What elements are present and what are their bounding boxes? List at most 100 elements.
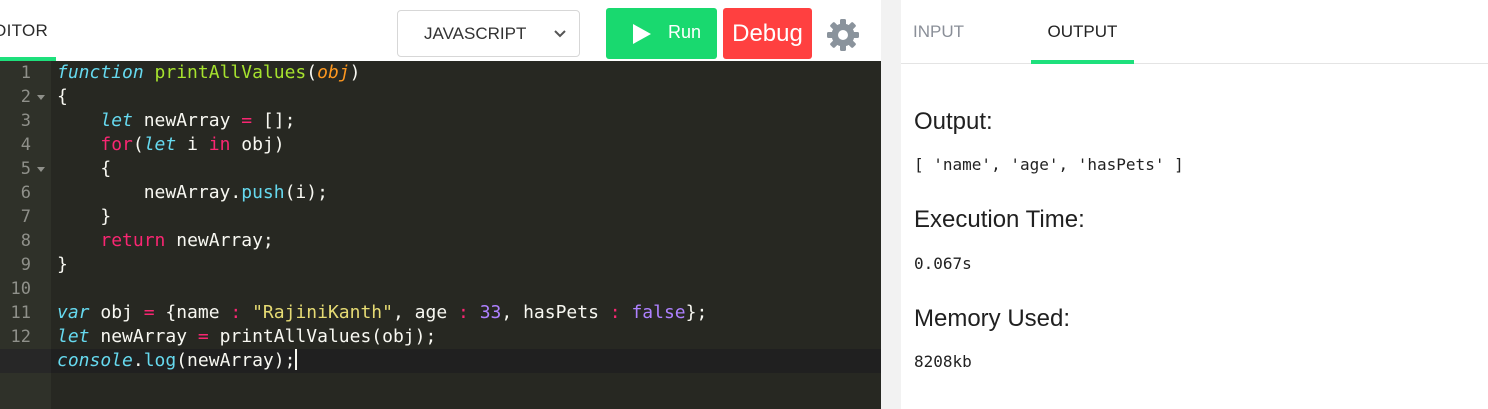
code-text: return newArray; <box>57 229 274 253</box>
code-text: } <box>57 253 68 277</box>
code-line[interactable]: let newArray = []; <box>51 109 881 133</box>
fold-arrow-icon[interactable] <box>37 85 45 109</box>
editor-pane: DITOR JAVASCRIPT Run Debug 1 2 3 4 5 6 7… <box>0 0 881 409</box>
code-text: console.log(newArray); <box>57 349 298 373</box>
code-text: { <box>57 85 68 109</box>
debug-button-label: Debug <box>732 19 803 47</box>
language-select-value: JAVASCRIPT <box>424 23 527 43</box>
code-line[interactable]: var obj = {name : "RajiniKanth", age : 3… <box>51 301 881 325</box>
code-line[interactable]: { <box>51 157 881 181</box>
code-token: printAllValues(obj); <box>208 326 437 347</box>
tab-input-label: INPUT <box>913 22 964 41</box>
code-token: newArray <box>89 326 198 347</box>
code-area[interactable]: function printAllValues(obj){ let newArr… <box>51 61 881 409</box>
code-token: {name <box>154 302 231 323</box>
code-token: false <box>631 302 686 323</box>
output-value: [ 'name', 'age', 'hasPets' ] <box>914 155 1184 174</box>
code-token: } <box>57 254 68 275</box>
tab-editor[interactable]: DITOR <box>0 0 56 61</box>
code-token: var <box>57 302 90 323</box>
play-icon <box>633 24 651 44</box>
code-token: in <box>208 134 231 155</box>
output-title: Output: <box>914 108 993 135</box>
execution-time-value: 0.067s <box>914 254 972 273</box>
code-token: []; <box>252 110 296 131</box>
line-number: 8 <box>20 231 31 251</box>
code-text: function printAllValues(obj) <box>57 61 360 85</box>
active-line-gutter <box>0 349 51 373</box>
line-number: 3 <box>20 111 31 131</box>
code-token: : <box>458 302 469 323</box>
line-number: 1 <box>20 63 31 83</box>
execution-time-title: Execution Time: <box>914 206 1085 233</box>
code-token: ( <box>306 62 318 83</box>
line-number: 9 <box>20 255 31 275</box>
line-number: 6 <box>20 183 31 203</box>
line-number: 12 <box>10 327 31 347</box>
code-token: push <box>241 182 285 203</box>
code-token: : <box>230 302 242 323</box>
code-text: for(let i in obj) <box>57 133 284 157</box>
code-token: { <box>57 86 68 107</box>
code-token: obj <box>89 302 144 323</box>
io-tabs: INPUT OUTPUT <box>901 0 1488 64</box>
code-line[interactable]: { <box>51 85 881 109</box>
code-token: (newArray); <box>176 350 296 371</box>
code-token: newArray; <box>165 230 274 251</box>
code-token: console <box>57 350 133 371</box>
code-token: newArray <box>132 110 242 131</box>
line-number: 4 <box>20 135 31 155</box>
memory-used-value: 8208kb <box>914 352 972 371</box>
code-token: log <box>143 350 177 371</box>
code-line[interactable]: } <box>51 205 881 229</box>
code-token: ( <box>132 134 144 155</box>
language-select[interactable]: JAVASCRIPT <box>397 10 580 57</box>
tab-output-underline <box>1031 60 1134 64</box>
code-line[interactable] <box>51 277 881 301</box>
code-text: newArray.push(i); <box>57 181 328 205</box>
code-token: { <box>57 158 112 179</box>
code-token: : <box>609 302 621 323</box>
code-token: }; <box>685 302 708 323</box>
gear-icon[interactable] <box>826 18 860 52</box>
run-button-label: Run <box>668 22 702 42</box>
line-number: 2 <box>20 87 31 107</box>
code-token: i <box>176 134 209 155</box>
code-token: = <box>143 302 155 323</box>
code-token: } <box>57 206 112 227</box>
line-number: 7 <box>20 207 31 227</box>
editor-toolbar: DITOR JAVASCRIPT Run Debug <box>0 0 881 61</box>
code-text: } <box>57 205 111 229</box>
code-token: (i); <box>284 182 328 203</box>
code-line[interactable]: console.log(newArray); <box>51 349 881 373</box>
code-token: let <box>100 110 133 131</box>
code-line[interactable]: newArray.push(i); <box>51 181 881 205</box>
code-text: { <box>57 157 111 181</box>
code-editor[interactable]: 12345678910111213 function printAllValue… <box>0 61 881 409</box>
pane-splitter[interactable] <box>881 0 901 409</box>
code-token: newArray. <box>57 182 242 203</box>
text-cursor <box>295 349 298 370</box>
code-line[interactable]: return newArray; <box>51 229 881 253</box>
chevron-down-icon <box>554 30 566 38</box>
code-token: function <box>57 62 144 83</box>
debug-button[interactable]: Debug <box>723 8 812 59</box>
code-token: obj <box>317 62 350 83</box>
code-text: var obj = {name : "RajiniKanth", age : 3… <box>57 301 707 325</box>
fold-arrow-icon[interactable] <box>37 157 45 181</box>
code-line[interactable]: function printAllValues(obj) <box>51 61 881 85</box>
tab-output[interactable]: OUTPUT <box>1031 0 1134 64</box>
code-line[interactable]: } <box>51 253 881 277</box>
code-token: = <box>197 326 209 347</box>
io-pane: INPUT OUTPUT Output: [ 'name', 'age', 'h… <box>901 0 1488 409</box>
run-button[interactable]: Run <box>606 8 717 59</box>
code-line[interactable]: let newArray = printAllValues(obj); <box>51 325 881 349</box>
code-line[interactable]: for(let i in obj) <box>51 133 881 157</box>
code-token: printAllValues <box>154 62 307 83</box>
tab-input[interactable]: INPUT <box>913 0 964 64</box>
code-token: = <box>241 110 253 131</box>
